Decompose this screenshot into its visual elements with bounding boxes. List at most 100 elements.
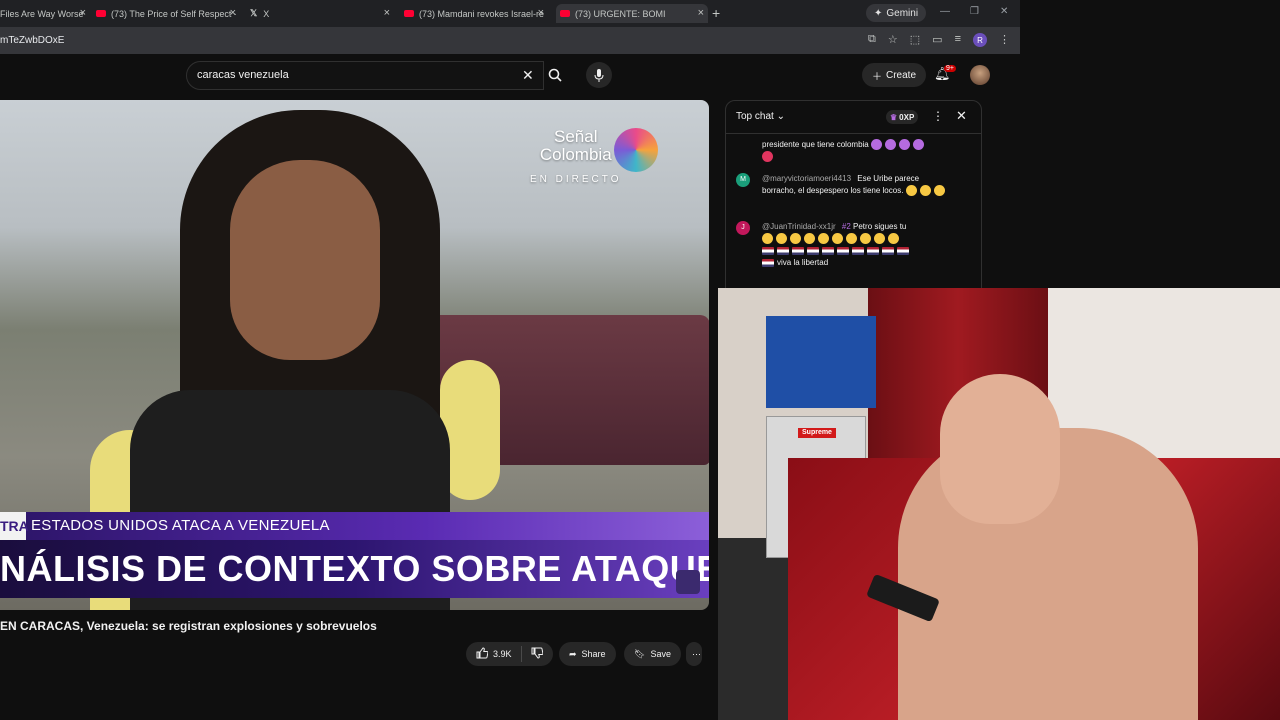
emoji-icon bbox=[874, 233, 885, 245]
live-chat-panel: Top chat ⌄ ♛ 0XP ⋮ ✕ presidente que tiene… bbox=[725, 100, 982, 290]
more-actions-button[interactable]: ⋯ bbox=[686, 642, 702, 666]
close-tab-icon[interactable]: × bbox=[80, 7, 86, 19]
emoji-icon bbox=[888, 233, 899, 245]
broadcaster-logo: Señal Colombia EN DIRECTO bbox=[530, 127, 622, 186]
bookmark-icon: 🔖︎ bbox=[634, 648, 646, 659]
us-flag-icon bbox=[822, 246, 834, 255]
like-button[interactable] bbox=[476, 647, 489, 661]
us-flag-icon bbox=[852, 246, 864, 255]
share-button[interactable]: ➦ Share bbox=[559, 642, 616, 666]
emoji-icon bbox=[898, 139, 910, 151]
us-flag-icon bbox=[837, 246, 849, 255]
avatar[interactable]: J bbox=[736, 221, 750, 235]
lower-third-top: TRA ESTADOS UNIDOS ATACA A VENEZUELA bbox=[0, 512, 709, 540]
microphone-icon bbox=[594, 68, 604, 82]
webcam-scene-boxes bbox=[766, 316, 876, 408]
search-box[interactable]: caracas venezuela ✕ bbox=[186, 61, 544, 90]
tab-label: X bbox=[263, 8, 270, 19]
youtube-icon bbox=[560, 10, 570, 17]
chat-author[interactable]: @maryvictoriamoeri4413 bbox=[762, 174, 851, 183]
xp-badge[interactable]: ♛ 0XP bbox=[886, 110, 919, 124]
close-tab-icon[interactable]: × bbox=[230, 7, 236, 19]
chat-mode-label: Top chat bbox=[736, 111, 774, 122]
restore-icon[interactable]: ❐ bbox=[970, 6, 979, 17]
close-tab-icon[interactable]: × bbox=[698, 7, 704, 19]
tab-3[interactable]: 𝕏 X × bbox=[250, 4, 390, 23]
emoji-icon bbox=[818, 233, 829, 245]
video-scene-face bbox=[230, 160, 380, 360]
browser-tab-bar: Files Are Way Worse × (73) The Price of … bbox=[0, 0, 1020, 27]
clear-search-icon[interactable]: ✕ bbox=[522, 67, 534, 84]
lower-third-headline: ESTADOS UNIDOS ATACA A VENEZUELA bbox=[31, 517, 330, 534]
tab-1[interactable]: Files Are Way Worse × bbox=[0, 4, 86, 23]
tab-label: Files Are Way Worse bbox=[0, 8, 84, 19]
tab-4[interactable]: (73) Mamdani revokes Israel-re × bbox=[404, 4, 544, 23]
emoji-icon bbox=[804, 233, 815, 245]
tab-2[interactable]: (73) The Price of Self Respect - × bbox=[96, 4, 236, 23]
webcam-scene-sticker: Supreme bbox=[798, 428, 836, 438]
lower-third-main: NÁLISIS DE CONTEXTO SOBRE ATAQUE bbox=[0, 548, 709, 589]
us-flag-icon bbox=[777, 246, 789, 255]
emoji-icon bbox=[762, 233, 773, 245]
chat-author[interactable]: @JuanTrinidad-xx1jr bbox=[762, 222, 836, 231]
menu-kebab-icon[interactable]: ⋮ bbox=[999, 33, 1010, 47]
us-flag-icon bbox=[897, 246, 909, 255]
close-chat-icon[interactable]: ✕ bbox=[956, 108, 967, 124]
chat-mode-dropdown[interactable]: Top chat ⌄ bbox=[736, 111, 785, 122]
crown-icon: ♛ bbox=[890, 112, 898, 122]
emoji-icon bbox=[846, 233, 857, 245]
voice-search-button[interactable] bbox=[586, 62, 612, 88]
search-input[interactable]: caracas venezuela bbox=[197, 69, 289, 81]
minimize-icon[interactable]: — bbox=[940, 6, 950, 17]
save-label: Save bbox=[650, 649, 671, 659]
like-dislike-group: 3.9K bbox=[466, 642, 553, 666]
logo-line1: Señal bbox=[554, 127, 598, 146]
emoji-icon bbox=[860, 233, 871, 245]
tab-5-active[interactable]: (73) URGENTE: BOMI × bbox=[556, 4, 708, 23]
chat-message-text: presidente que tiene colombia bbox=[762, 140, 869, 149]
avatar[interactable]: M bbox=[736, 173, 750, 187]
us-flag-icon bbox=[762, 258, 774, 267]
divider bbox=[520, 646, 522, 662]
xp-label: 0XP bbox=[899, 112, 915, 122]
new-tab-button[interactable]: + bbox=[712, 5, 720, 21]
chat-message-body: @JuanTrinidad-xx1jr #2 Petro sigues tu v… bbox=[762, 221, 952, 269]
video-player[interactable]: Señal Colombia EN DIRECTO TRA ESTADOS UN… bbox=[0, 100, 709, 610]
share-icon: ➦ bbox=[569, 648, 577, 659]
lower-third-tag: TRA bbox=[0, 512, 29, 540]
gemini-button[interactable]: ✦ Gemini bbox=[866, 4, 927, 22]
extensions-icon[interactable]: ⬚ bbox=[910, 33, 920, 47]
webcam-scene-head bbox=[940, 374, 1060, 524]
close-tab-icon[interactable]: × bbox=[538, 7, 544, 19]
plus-icon: ＋ bbox=[872, 71, 882, 83]
x-logo-icon: 𝕏 bbox=[250, 8, 258, 18]
account-avatar[interactable] bbox=[970, 65, 990, 85]
close-tab-icon[interactable]: × bbox=[384, 7, 390, 19]
create-button[interactable]: ＋ Create bbox=[862, 63, 927, 87]
url-text[interactable]: mTeZwbDOxE bbox=[0, 35, 64, 46]
chat-menu-icon[interactable]: ⋮ bbox=[932, 109, 944, 123]
us-flag-icon bbox=[792, 246, 804, 255]
bookmark-star-icon[interactable]: ☆ bbox=[888, 33, 898, 47]
emoji-icon bbox=[762, 151, 773, 163]
dislike-button[interactable] bbox=[531, 647, 543, 661]
webcam-overlay: Supreme bbox=[718, 288, 1280, 720]
youtube-header: caracas venezuela ✕ ＋ Create 🔔︎ 9+ bbox=[0, 54, 1010, 100]
media-icon[interactable]: ≡ bbox=[955, 33, 961, 47]
logo-line2: Colombia bbox=[539, 145, 612, 164]
rank-badge: #2 bbox=[841, 222, 851, 231]
notification-badge: 9+ bbox=[944, 65, 956, 72]
youtube-icon bbox=[96, 10, 106, 17]
channel-watermark-icon bbox=[676, 570, 700, 594]
chat-message-body: presidente que tiene colombia bbox=[762, 139, 952, 163]
sparkle-icon: ✦ bbox=[874, 7, 883, 19]
profile-avatar[interactable]: R bbox=[973, 33, 987, 47]
close-window-icon[interactable]: ✕ bbox=[1000, 6, 1008, 17]
create-label: Create bbox=[886, 69, 917, 81]
save-button[interactable]: 🔖︎ Save bbox=[624, 642, 681, 666]
us-flag-icon bbox=[762, 246, 774, 255]
sidebar-icon[interactable]: ▭ bbox=[932, 33, 942, 47]
cast-icon[interactable]: ⧉ bbox=[868, 33, 876, 47]
search-button[interactable] bbox=[542, 61, 568, 88]
tab-label: (73) URGENTE: BOMI bbox=[575, 8, 666, 19]
